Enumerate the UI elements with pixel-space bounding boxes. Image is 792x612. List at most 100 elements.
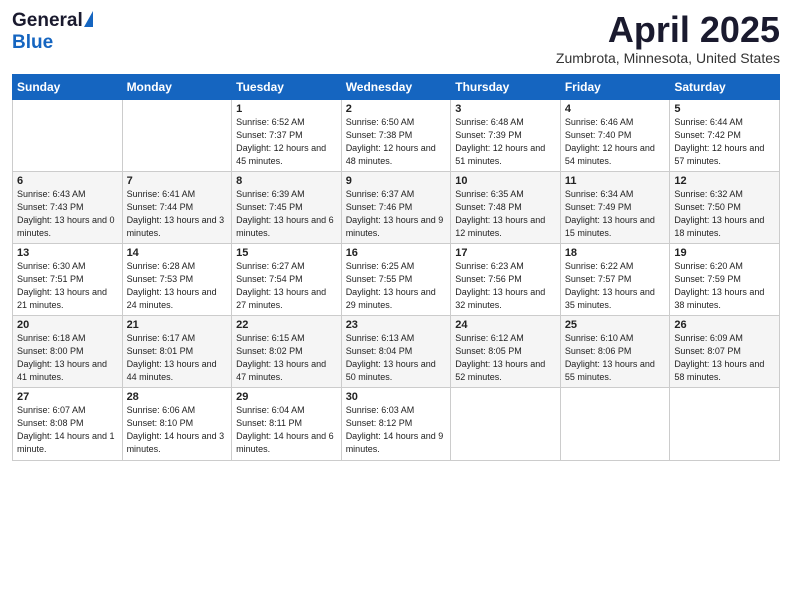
table-row: 9 Sunrise: 6:37 AMSunset: 7:46 PMDayligh… (341, 171, 451, 243)
day-info: Sunrise: 6:23 AMSunset: 7:56 PMDaylight:… (455, 260, 556, 312)
main-container: General Blue April 2025 Zumbrota, Minnes… (0, 0, 792, 469)
table-row: 1 Sunrise: 6:52 AMSunset: 7:37 PMDayligh… (232, 99, 342, 171)
day-number: 27 (17, 391, 118, 403)
day-number: 25 (565, 319, 666, 331)
day-number: 11 (565, 175, 666, 187)
day-info: Sunrise: 6:41 AMSunset: 7:44 PMDaylight:… (127, 188, 228, 240)
day-info: Sunrise: 6:28 AMSunset: 7:53 PMDaylight:… (127, 260, 228, 312)
col-thursday: Thursday (451, 74, 561, 99)
day-number: 1 (236, 103, 337, 115)
col-friday: Friday (560, 74, 670, 99)
day-info: Sunrise: 6:43 AMSunset: 7:43 PMDaylight:… (17, 188, 118, 240)
day-number: 24 (455, 319, 556, 331)
day-info: Sunrise: 6:04 AMSunset: 8:11 PMDaylight:… (236, 404, 337, 456)
title-area: April 2025 Zumbrota, Minnesota, United S… (556, 10, 780, 66)
table-row: 15 Sunrise: 6:27 AMSunset: 7:54 PMDaylig… (232, 243, 342, 315)
day-info: Sunrise: 6:37 AMSunset: 7:46 PMDaylight:… (346, 188, 447, 240)
calendar-week-row: 6 Sunrise: 6:43 AMSunset: 7:43 PMDayligh… (13, 171, 780, 243)
day-info: Sunrise: 6:44 AMSunset: 7:42 PMDaylight:… (674, 116, 775, 168)
day-info: Sunrise: 6:18 AMSunset: 8:00 PMDaylight:… (17, 332, 118, 384)
logo: General Blue (12, 10, 93, 54)
day-info: Sunrise: 6:50 AMSunset: 7:38 PMDaylight:… (346, 116, 447, 168)
day-number: 26 (674, 319, 775, 331)
table-row: 22 Sunrise: 6:15 AMSunset: 8:02 PMDaylig… (232, 316, 342, 388)
logo-triangle-icon (84, 11, 93, 27)
day-info: Sunrise: 6:39 AMSunset: 7:45 PMDaylight:… (236, 188, 337, 240)
table-row: 2 Sunrise: 6:50 AMSunset: 7:38 PMDayligh… (341, 99, 451, 171)
table-row: 6 Sunrise: 6:43 AMSunset: 7:43 PMDayligh… (13, 171, 123, 243)
table-row: 8 Sunrise: 6:39 AMSunset: 7:45 PMDayligh… (232, 171, 342, 243)
day-info: Sunrise: 6:13 AMSunset: 8:04 PMDaylight:… (346, 332, 447, 384)
day-number: 12 (674, 175, 775, 187)
table-row: 16 Sunrise: 6:25 AMSunset: 7:55 PMDaylig… (341, 243, 451, 315)
table-row: 5 Sunrise: 6:44 AMSunset: 7:42 PMDayligh… (670, 99, 780, 171)
table-row: 13 Sunrise: 6:30 AMSunset: 7:51 PMDaylig… (13, 243, 123, 315)
day-number: 8 (236, 175, 337, 187)
col-sunday: Sunday (13, 74, 123, 99)
calendar-week-row: 1 Sunrise: 6:52 AMSunset: 7:37 PMDayligh… (13, 99, 780, 171)
calendar-header-row: Sunday Monday Tuesday Wednesday Thursday… (13, 74, 780, 99)
table-row: 17 Sunrise: 6:23 AMSunset: 7:56 PMDaylig… (451, 243, 561, 315)
logo-general: General (12, 10, 83, 32)
day-number: 29 (236, 391, 337, 403)
day-info: Sunrise: 6:07 AMSunset: 8:08 PMDaylight:… (17, 404, 118, 456)
logo-blue: Blue (12, 32, 53, 53)
day-info: Sunrise: 6:34 AMSunset: 7:49 PMDaylight:… (565, 188, 666, 240)
page-subtitle: Zumbrota, Minnesota, United States (556, 50, 780, 66)
table-row: 14 Sunrise: 6:28 AMSunset: 7:53 PMDaylig… (122, 243, 232, 315)
table-row: 20 Sunrise: 6:18 AMSunset: 8:00 PMDaylig… (13, 316, 123, 388)
calendar-week-row: 27 Sunrise: 6:07 AMSunset: 8:08 PMDaylig… (13, 388, 780, 460)
col-saturday: Saturday (670, 74, 780, 99)
table-row: 10 Sunrise: 6:35 AMSunset: 7:48 PMDaylig… (451, 171, 561, 243)
day-number: 16 (346, 247, 447, 259)
table-row (451, 388, 561, 460)
table-row: 30 Sunrise: 6:03 AMSunset: 8:12 PMDaylig… (341, 388, 451, 460)
col-wednesday: Wednesday (341, 74, 451, 99)
day-number: 30 (346, 391, 447, 403)
header: General Blue April 2025 Zumbrota, Minnes… (12, 10, 780, 66)
day-number: 22 (236, 319, 337, 331)
table-row: 12 Sunrise: 6:32 AMSunset: 7:50 PMDaylig… (670, 171, 780, 243)
table-row: 26 Sunrise: 6:09 AMSunset: 8:07 PMDaylig… (670, 316, 780, 388)
day-info: Sunrise: 6:35 AMSunset: 7:48 PMDaylight:… (455, 188, 556, 240)
day-number: 14 (127, 247, 228, 259)
day-number: 5 (674, 103, 775, 115)
day-info: Sunrise: 6:09 AMSunset: 8:07 PMDaylight:… (674, 332, 775, 384)
day-number: 7 (127, 175, 228, 187)
table-row: 29 Sunrise: 6:04 AMSunset: 8:11 PMDaylig… (232, 388, 342, 460)
day-info: Sunrise: 6:17 AMSunset: 8:01 PMDaylight:… (127, 332, 228, 384)
calendar-table: Sunday Monday Tuesday Wednesday Thursday… (12, 74, 780, 461)
table-row: 4 Sunrise: 6:46 AMSunset: 7:40 PMDayligh… (560, 99, 670, 171)
day-info: Sunrise: 6:20 AMSunset: 7:59 PMDaylight:… (674, 260, 775, 312)
table-row: 11 Sunrise: 6:34 AMSunset: 7:49 PMDaylig… (560, 171, 670, 243)
table-row (13, 99, 123, 171)
day-number: 3 (455, 103, 556, 115)
table-row: 19 Sunrise: 6:20 AMSunset: 7:59 PMDaylig… (670, 243, 780, 315)
day-info: Sunrise: 6:30 AMSunset: 7:51 PMDaylight:… (17, 260, 118, 312)
day-number: 2 (346, 103, 447, 115)
day-number: 19 (674, 247, 775, 259)
day-info: Sunrise: 6:10 AMSunset: 8:06 PMDaylight:… (565, 332, 666, 384)
day-number: 13 (17, 247, 118, 259)
day-number: 6 (17, 175, 118, 187)
table-row: 23 Sunrise: 6:13 AMSunset: 8:04 PMDaylig… (341, 316, 451, 388)
table-row (122, 99, 232, 171)
day-number: 4 (565, 103, 666, 115)
day-info: Sunrise: 6:52 AMSunset: 7:37 PMDaylight:… (236, 116, 337, 168)
day-info: Sunrise: 6:48 AMSunset: 7:39 PMDaylight:… (455, 116, 556, 168)
day-info: Sunrise: 6:32 AMSunset: 7:50 PMDaylight:… (674, 188, 775, 240)
day-info: Sunrise: 6:27 AMSunset: 7:54 PMDaylight:… (236, 260, 337, 312)
col-monday: Monday (122, 74, 232, 99)
table-row: 27 Sunrise: 6:07 AMSunset: 8:08 PMDaylig… (13, 388, 123, 460)
day-number: 17 (455, 247, 556, 259)
table-row: 21 Sunrise: 6:17 AMSunset: 8:01 PMDaylig… (122, 316, 232, 388)
calendar-week-row: 20 Sunrise: 6:18 AMSunset: 8:00 PMDaylig… (13, 316, 780, 388)
day-number: 18 (565, 247, 666, 259)
table-row: 7 Sunrise: 6:41 AMSunset: 7:44 PMDayligh… (122, 171, 232, 243)
table-row: 3 Sunrise: 6:48 AMSunset: 7:39 PMDayligh… (451, 99, 561, 171)
table-row (560, 388, 670, 460)
table-row: 28 Sunrise: 6:06 AMSunset: 8:10 PMDaylig… (122, 388, 232, 460)
day-number: 9 (346, 175, 447, 187)
day-info: Sunrise: 6:06 AMSunset: 8:10 PMDaylight:… (127, 404, 228, 456)
table-row (670, 388, 780, 460)
